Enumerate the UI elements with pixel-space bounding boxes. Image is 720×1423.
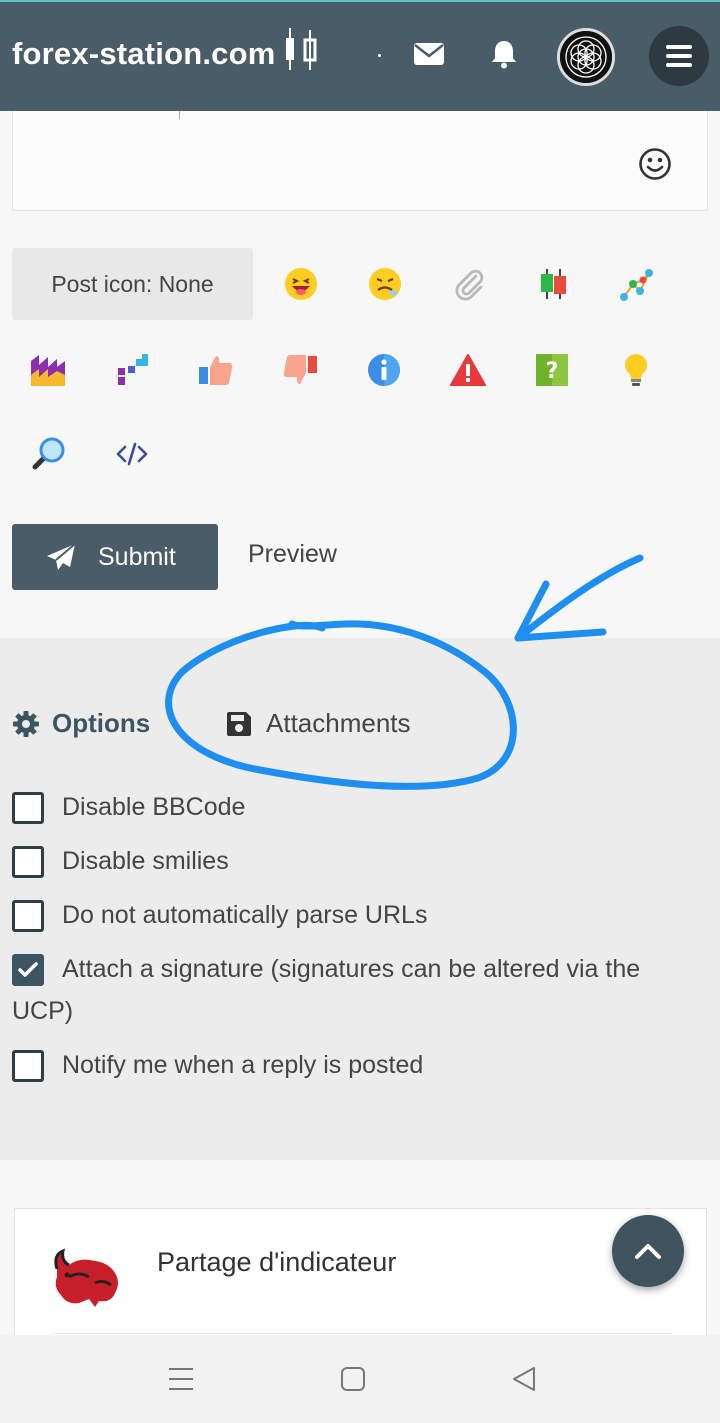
envelope-icon[interactable] (413, 38, 445, 70)
checkbox[interactable] (12, 792, 44, 824)
tab-attachments-label: Attachments (266, 708, 411, 738)
candlestick-logo-icon (285, 28, 316, 70)
hamburger-menu-button[interactable] (649, 26, 709, 86)
question-icon[interactable]: ? (534, 352, 570, 388)
bull-avatar-icon (54, 1248, 118, 1307)
annotation-arrow-shaft (514, 554, 644, 642)
option-attach-signature[interactable]: Attach a signature (signatures can be al… (12, 948, 692, 1032)
option-disable-bbcode[interactable]: Disable BBCode (12, 786, 692, 828)
recent-apps-icon[interactable] (165, 1363, 197, 1395)
back-icon[interactable] (508, 1363, 540, 1395)
smiley-icon[interactable] (638, 147, 672, 181)
paper-plane-icon (47, 543, 76, 570)
chevron-up-icon (635, 1244, 661, 1259)
submit-label: Submit (98, 542, 176, 571)
message-editor[interactable] (12, 111, 708, 211)
post-icon-button[interactable]: Post icon: None (12, 248, 253, 320)
svg-text:?: ? (546, 359, 559, 384)
option-label: Notify me when a reply is posted (62, 1051, 424, 1079)
code-icon[interactable] (114, 436, 150, 472)
gear-icon (13, 710, 39, 737)
option-label: Attach a signature (signatures can be al… (12, 955, 641, 1025)
scroll-to-top-button[interactable] (612, 1215, 684, 1287)
checkbox[interactable] (12, 1050, 44, 1082)
warning-icon[interactable] (450, 352, 486, 388)
candlestick-icon[interactable] (535, 266, 571, 302)
site-logo[interactable]: forex-station.com (12, 28, 326, 76)
info-icon[interactable] (366, 352, 402, 388)
confounded-face-icon[interactable] (367, 266, 403, 302)
option-label: Disable smilies (62, 847, 229, 875)
option-notify-reply[interactable]: Notify me when a reply is posted (12, 1044, 692, 1086)
tab-attachments[interactable]: Attachments (226, 708, 411, 739)
header-dot (378, 54, 381, 57)
avatar[interactable] (557, 28, 615, 86)
option-no-parse-urls[interactable]: Do not automatically parse URLs (12, 894, 692, 936)
paperclip-icon[interactable] (451, 266, 487, 302)
card-title[interactable]: Partage d'indicateur (157, 1247, 396, 1278)
thumbs-down-icon[interactable] (282, 352, 318, 388)
options-panel: Options Attachments Disable BBCode Disab… (0, 638, 720, 1160)
card-divider (53, 1333, 671, 1334)
editor-divider (179, 111, 180, 119)
checkbox[interactable] (12, 900, 44, 932)
system-nav-bar (0, 1335, 720, 1423)
preview-button[interactable]: Preview (248, 540, 337, 569)
checkbox[interactable] (12, 846, 44, 878)
factory-icon[interactable] (30, 352, 66, 388)
bar-chart-icon[interactable] (114, 352, 150, 388)
topic-card[interactable]: Partage d'indicateur (14, 1208, 707, 1348)
top-header: forex-station.com (0, 0, 720, 111)
floppy-disk-icon (227, 711, 251, 736)
submit-button[interactable]: Submit (12, 524, 218, 590)
tab-options[interactable]: Options (12, 708, 150, 739)
site-logo-text: forex-station.com (12, 36, 276, 71)
laughing-face-icon[interactable] (283, 266, 319, 302)
thumbs-up-icon[interactable] (198, 352, 234, 388)
option-label: Do not automatically parse URLs (62, 901, 428, 929)
home-icon[interactable] (337, 1363, 369, 1395)
option-label: Disable BBCode (62, 793, 246, 821)
hamburger-menu-icon (666, 45, 692, 67)
lightbulb-icon[interactable] (618, 352, 654, 388)
network-icon[interactable] (619, 266, 655, 302)
checkbox-checked[interactable] (12, 954, 44, 986)
magnifier-icon[interactable] (30, 436, 66, 472)
checkmark-icon (18, 962, 38, 977)
annotation-arrow-head (514, 580, 607, 642)
tab-options-label: Options (52, 708, 151, 738)
option-disable-smilies[interactable]: Disable smilies (12, 840, 692, 882)
bell-icon[interactable] (488, 38, 520, 70)
